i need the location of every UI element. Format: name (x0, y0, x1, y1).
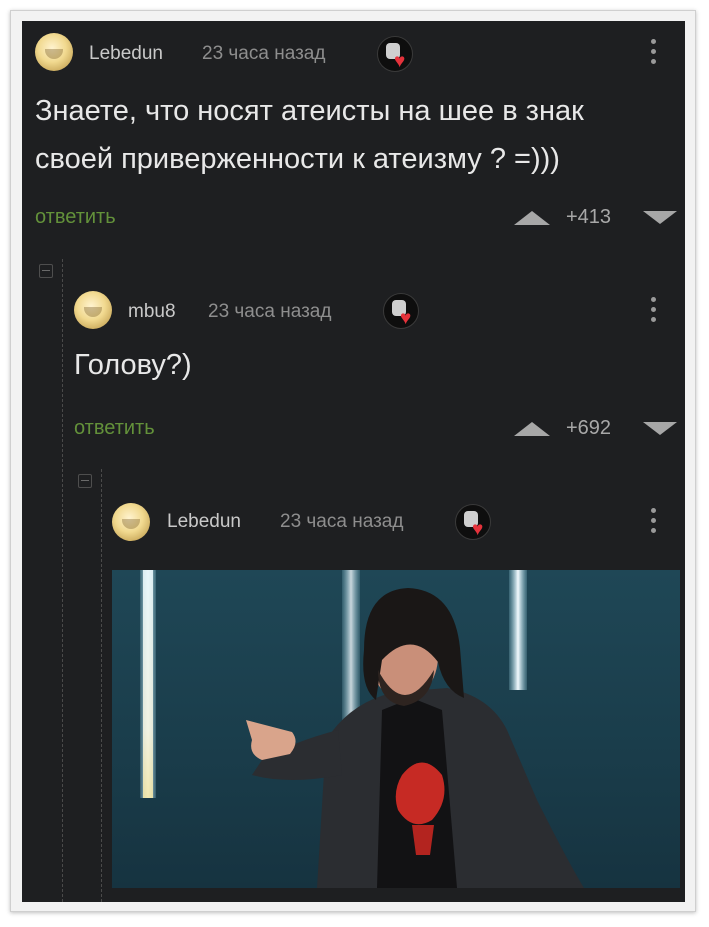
reply-link[interactable]: ответить (35, 206, 116, 229)
comment-text-line: Знаете, что носят атеисты на шее в знак (35, 95, 584, 127)
thread-line (62, 259, 64, 902)
score: +692 (566, 417, 612, 439)
comment-text: Голову?) (74, 349, 192, 381)
award-heart-icon[interactable]: ♥ (377, 36, 413, 72)
award-heart-icon[interactable]: ♥ (383, 293, 419, 329)
comment-image[interactable] (112, 570, 680, 888)
photo-illustration (140, 570, 584, 888)
collapse-thread-icon[interactable] (39, 264, 53, 278)
avatar[interactable] (35, 33, 73, 71)
comments-screen: Lebedun 23 часа назад ♥ Знаете, что нося… (22, 21, 685, 902)
collapse-thread-icon[interactable] (78, 474, 92, 488)
comment-timestamp: 23 часа назад (202, 43, 326, 64)
upvote-icon[interactable] (514, 422, 550, 436)
score: +413 (566, 206, 612, 228)
thread-line (101, 469, 103, 902)
reply-link[interactable]: ответить (74, 417, 155, 440)
comment-timestamp: 23 часа назад (208, 301, 332, 322)
comment-username[interactable]: Lebedun (89, 43, 163, 65)
comment-username[interactable]: Lebedun (167, 511, 241, 533)
downvote-icon[interactable] (643, 422, 677, 435)
downvote-icon[interactable] (643, 211, 677, 224)
avatar[interactable] (112, 503, 150, 541)
comment-text: Знаете, что носят атеисты на шее в знак … (35, 87, 584, 183)
upvote-icon[interactable] (514, 211, 550, 225)
more-vertical-icon[interactable] (650, 295, 658, 325)
avatar[interactable] (74, 291, 112, 329)
more-vertical-icon[interactable] (650, 37, 658, 67)
comment-username[interactable]: mbu8 (128, 301, 176, 323)
comment-timestamp: 23 часа назад (280, 511, 404, 532)
award-heart-icon[interactable]: ♥ (455, 504, 491, 540)
comment-text-line: своей приверженности к атеизму ? =))) (35, 143, 560, 175)
more-vertical-icon[interactable] (650, 506, 658, 536)
